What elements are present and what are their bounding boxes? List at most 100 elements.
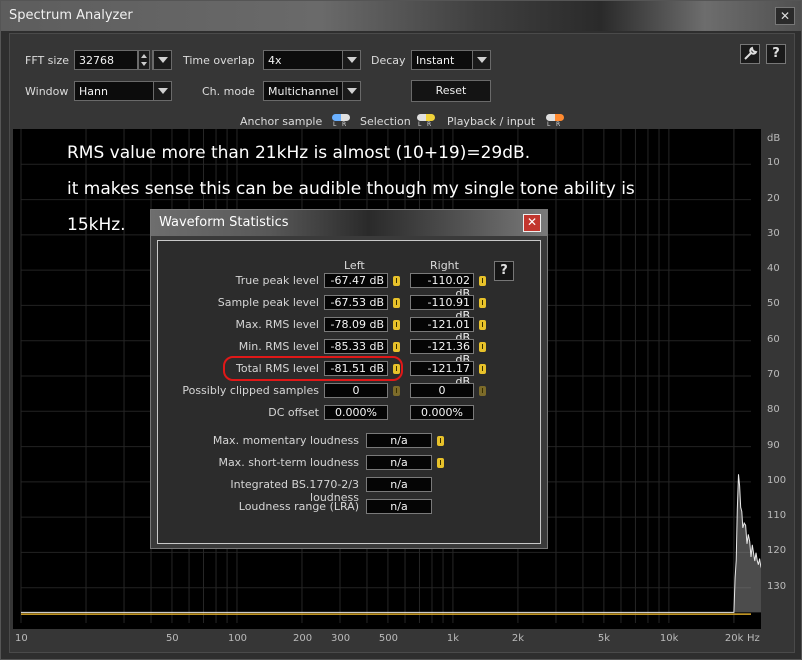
stat-label: Sample peak level bbox=[217, 296, 319, 309]
y-tick-label: 20 bbox=[767, 192, 780, 204]
marker-icon[interactable] bbox=[479, 298, 486, 308]
ch-mode-value: Multichannel bbox=[268, 85, 339, 98]
marker-icon[interactable] bbox=[393, 386, 400, 396]
y-tick-label: 130 bbox=[767, 580, 787, 592]
ch-mode-label: Ch. mode bbox=[202, 85, 255, 98]
time-overlap-value: 4x bbox=[268, 54, 282, 67]
loudness-value: n/a bbox=[366, 499, 432, 514]
marker-icon[interactable] bbox=[479, 386, 486, 396]
anchor-lr-toggle[interactable]: LR bbox=[332, 114, 350, 128]
stat-right-value: -121.36 dB bbox=[410, 339, 474, 366]
fft-size-label: FFT size bbox=[25, 54, 70, 67]
help-button[interactable]: ? bbox=[766, 44, 786, 64]
close-icon[interactable]: ✕ bbox=[523, 214, 541, 232]
annotation-line-2: it makes sense this can be audible thoug… bbox=[67, 179, 635, 199]
help-button[interactable]: ? bbox=[494, 261, 514, 281]
dialog-title: Waveform Statistics bbox=[159, 215, 289, 230]
stat-right-value: 0 bbox=[410, 383, 474, 398]
x-tick-label: 5k bbox=[597, 633, 611, 644]
reset-button[interactable]: Reset bbox=[411, 80, 491, 102]
selection-lr-toggle[interactable]: LR bbox=[417, 114, 435, 128]
title-bar[interactable]: Spectrum Analyzer ✕ bbox=[1, 1, 801, 31]
stat-label: Possibly clipped samples bbox=[182, 384, 319, 397]
fft-size-spinner[interactable] bbox=[138, 50, 150, 70]
x-tick-label: 2k bbox=[511, 633, 525, 644]
time-overlap-label: Time overlap bbox=[183, 54, 255, 67]
stat-left-value: 0.000% bbox=[324, 405, 388, 420]
stat-left-value: -85.33 dB bbox=[324, 339, 388, 354]
dialog-title-bar[interactable]: Waveform Statistics ✕ bbox=[151, 210, 547, 236]
x-tick-label: 1k bbox=[446, 633, 460, 644]
stat-right-value: -110.91 dB bbox=[410, 295, 474, 322]
y-tick-label: 40 bbox=[767, 263, 780, 275]
window-select[interactable]: Hann bbox=[74, 81, 172, 101]
chevron-down-icon bbox=[153, 51, 171, 69]
wrench-icon[interactable] bbox=[740, 44, 760, 64]
loudness-label: Loudness range (LRA) bbox=[238, 500, 359, 513]
x-tick-label: 500 bbox=[378, 633, 398, 644]
y-tick-label: 120 bbox=[767, 545, 787, 557]
marker-icon[interactable] bbox=[393, 276, 400, 286]
marker-icon[interactable] bbox=[393, 342, 400, 352]
legend-selection-label: Selection bbox=[360, 115, 411, 128]
playback-l: L bbox=[547, 121, 551, 128]
marker-icon[interactable] bbox=[479, 364, 486, 374]
close-icon[interactable]: ✕ bbox=[775, 7, 795, 25]
window-title: Spectrum Analyzer bbox=[9, 8, 133, 23]
y-tick-label: 80 bbox=[767, 404, 780, 416]
stat-label: Min. RMS level bbox=[238, 340, 319, 353]
chevron-down-icon bbox=[153, 82, 171, 100]
marker-icon[interactable] bbox=[437, 436, 444, 446]
fft-size-dropdown[interactable] bbox=[152, 50, 172, 70]
marker-icon[interactable] bbox=[393, 298, 400, 308]
loudness-value: n/a bbox=[366, 433, 432, 448]
anchor-r: R bbox=[342, 121, 347, 128]
y-tick-label: 100 bbox=[767, 474, 787, 486]
selection-r: R bbox=[427, 121, 432, 128]
decay-select[interactable]: Instant bbox=[411, 50, 491, 70]
playback-lr-toggle[interactable]: LR bbox=[546, 114, 564, 128]
y-tick-label: 50 bbox=[767, 298, 780, 310]
marker-icon[interactable] bbox=[437, 458, 444, 468]
x-tick-label: 300 bbox=[331, 633, 351, 644]
y-tick-label: dB bbox=[767, 133, 781, 144]
y-tick-label: 60 bbox=[767, 333, 780, 345]
x-tick-label: Hz bbox=[747, 633, 760, 644]
stat-left-value: -67.47 dB bbox=[324, 273, 388, 288]
column-right-header: Right bbox=[430, 259, 459, 272]
x-tick-label: 50 bbox=[165, 633, 179, 644]
stat-left-value: -78.09 dB bbox=[324, 317, 388, 332]
loudness-label: Max. momentary loudness bbox=[212, 434, 359, 447]
stat-right-value: 0.000% bbox=[410, 405, 474, 420]
highlight-circle bbox=[223, 356, 403, 381]
marker-icon[interactable] bbox=[479, 320, 486, 330]
marker-icon[interactable] bbox=[393, 320, 400, 330]
stat-left-value: 0 bbox=[324, 383, 388, 398]
y-tick-label: 30 bbox=[767, 227, 780, 239]
stat-left-value: -67.53 dB bbox=[324, 295, 388, 310]
spectrum-analyzer-window: Spectrum Analyzer ✕ FFT size 32768 Time … bbox=[0, 0, 802, 660]
time-overlap-select[interactable]: 4x bbox=[263, 50, 361, 70]
x-tick-label: 10k bbox=[659, 633, 679, 644]
y-tick-label: 10 bbox=[767, 157, 780, 169]
ch-mode-select[interactable]: Multichannel bbox=[263, 81, 361, 101]
stat-label: Max. RMS level bbox=[235, 318, 319, 331]
fft-size-field[interactable]: 32768 bbox=[74, 50, 138, 70]
chevron-down-icon bbox=[342, 82, 360, 100]
loudness-value: n/a bbox=[366, 477, 432, 492]
annotation-line-1: RMS value more than 21kHz is almost (10+… bbox=[67, 143, 531, 163]
marker-icon[interactable] bbox=[479, 276, 486, 286]
playback-r: R bbox=[556, 121, 561, 128]
legend-anchor-label: Anchor sample bbox=[240, 115, 323, 128]
chevron-down-icon bbox=[472, 51, 490, 69]
marker-icon[interactable] bbox=[479, 342, 486, 352]
fft-size-value: 32768 bbox=[79, 54, 114, 67]
x-tick-label: 20k bbox=[724, 633, 744, 644]
stat-right-value: -110.02 dB bbox=[410, 273, 474, 300]
loudness-label: Max. short-term loudness bbox=[218, 456, 359, 469]
loudness-value: n/a bbox=[366, 455, 432, 470]
window-value: Hann bbox=[79, 85, 108, 98]
stat-label: DC offset bbox=[268, 406, 319, 419]
y-tick-label: 90 bbox=[767, 439, 780, 451]
decay-value: Instant bbox=[416, 54, 455, 67]
